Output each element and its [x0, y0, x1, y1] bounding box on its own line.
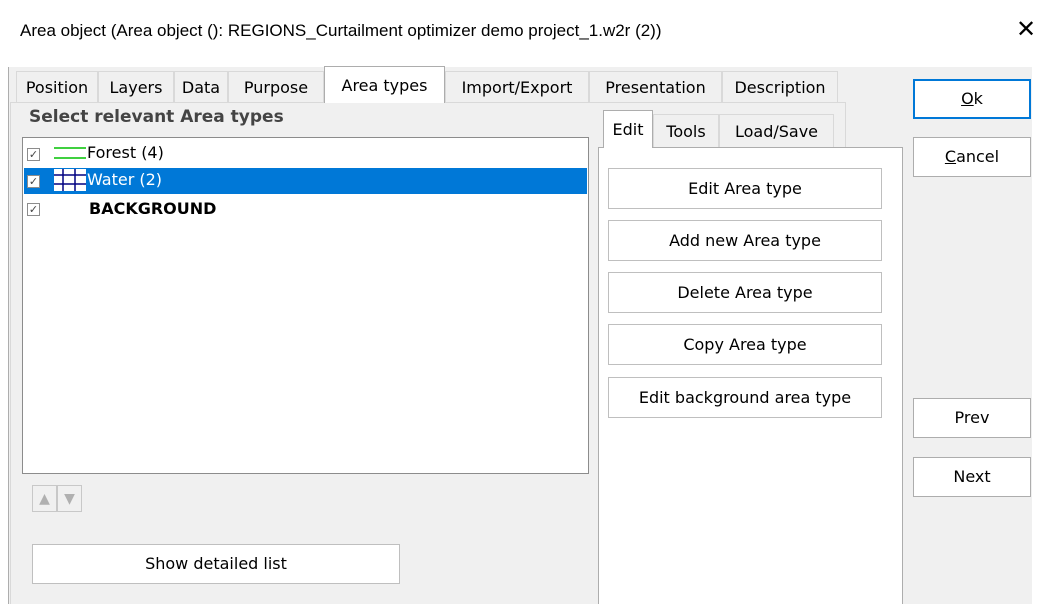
subtab-edit[interactable]: Edit: [603, 110, 653, 148]
list-item-label: BACKGROUND: [89, 199, 217, 218]
checkbox-forest[interactable]: ✓: [27, 148, 40, 161]
tab-area-types[interactable]: Area types: [324, 66, 445, 103]
edit-background-area-type-button[interactable]: Edit background area type: [608, 377, 882, 418]
subtab-load-save[interactable]: Load/Save: [719, 114, 834, 147]
tab-purpose[interactable]: Purpose: [228, 71, 324, 102]
tab-layers[interactable]: Layers: [98, 71, 174, 102]
tab-data[interactable]: Data: [174, 71, 228, 102]
close-icon[interactable]: ✕: [1013, 14, 1039, 44]
tab-import-export[interactable]: Import/Export: [445, 71, 589, 102]
green-lines-icon: [54, 147, 86, 159]
hatch-grid-icon: [54, 169, 86, 191]
move-up-button[interactable]: ▲: [32, 485, 57, 512]
tab-presentation[interactable]: Presentation: [589, 71, 722, 102]
section-title: Select relevant Area types: [29, 107, 284, 127]
ok-button[interactable]: Ok: [913, 79, 1031, 119]
cancel-button[interactable]: Cancel: [913, 137, 1031, 177]
list-item-background[interactable]: ✓ BACKGROUND: [24, 196, 587, 222]
list-item-label: Forest (4): [87, 143, 164, 162]
show-detailed-list-button[interactable]: Show detailed list: [32, 544, 400, 584]
window-title: Area object (Area object (): REGIONS_Cur…: [20, 21, 662, 40]
next-button[interactable]: Next: [913, 457, 1031, 497]
prev-button[interactable]: Prev: [913, 398, 1031, 438]
delete-area-type-button[interactable]: Delete Area type: [608, 272, 882, 313]
list-item-forest[interactable]: ✓ Forest (4): [24, 141, 587, 167]
tab-description[interactable]: Description: [722, 71, 838, 102]
checkbox-water[interactable]: ✓: [27, 175, 40, 188]
list-item-label: Water (2): [87, 170, 163, 189]
edit-subpanel: [598, 147, 903, 604]
subtab-tools[interactable]: Tools: [653, 114, 719, 147]
copy-area-type-button[interactable]: Copy Area type: [608, 324, 882, 365]
add-area-type-button[interactable]: Add new Area type: [608, 220, 882, 261]
move-down-button[interactable]: ▼: [57, 485, 82, 512]
list-item-water[interactable]: ✓ Water (2): [24, 168, 587, 194]
tab-position[interactable]: Position: [16, 71, 98, 102]
edit-area-type-button[interactable]: Edit Area type: [608, 168, 882, 209]
checkbox-background[interactable]: ✓: [27, 203, 40, 216]
